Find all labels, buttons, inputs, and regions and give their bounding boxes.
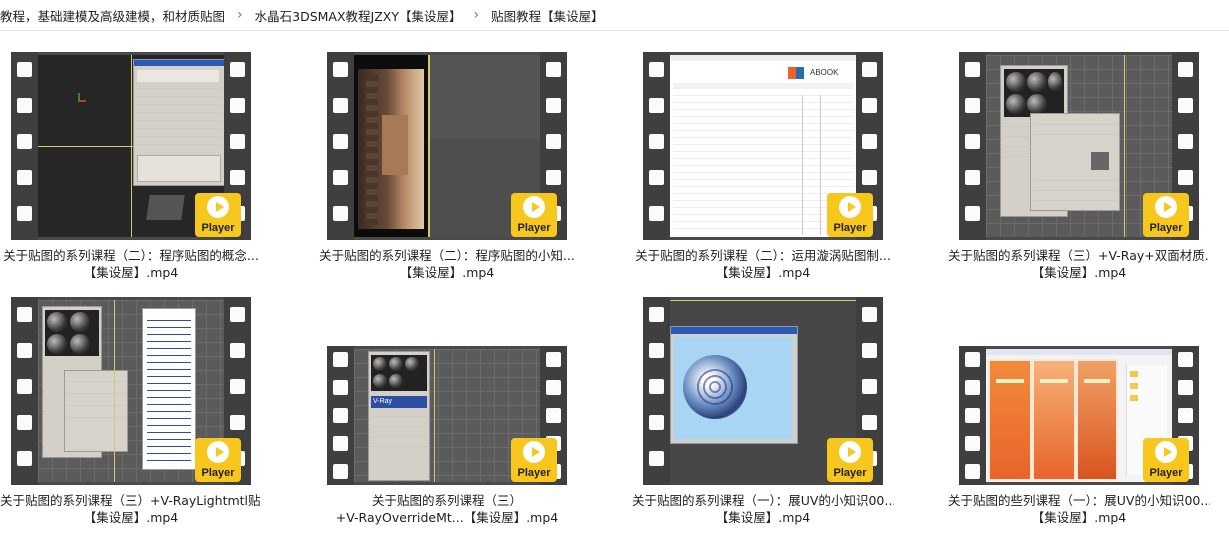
chevron-right-icon: › <box>237 7 243 23</box>
film-strip <box>959 52 986 240</box>
file-name: 关于贴图的系列课程（一）：展UV的小知识00... 【集设屋】.mp4 <box>632 493 894 525</box>
chevron-right-icon: › <box>473 7 480 23</box>
breadcrumb-item-tutorials[interactable]: 教程，基础建模及高级建模，和材质贴图 <box>0 6 231 25</box>
breadcrumb-item-mapping[interactable]: 贴图教程【集设屋】 <box>485 6 610 25</box>
player-badge[interactable]: Player <box>827 193 873 237</box>
file-item[interactable]: ABOOK Player 关于贴图的系列课程（二）：运用漩涡贴图制... 【集设… <box>632 45 891 285</box>
video-thumbnail: Player <box>959 52 1199 240</box>
file-name: 关于贴图的系列课程（三）+V-RayLightmtl贴... 【集设屋】.mp4 <box>0 493 262 525</box>
video-thumbnail: Player <box>643 297 883 485</box>
film-strip <box>11 297 38 485</box>
file-name: 关于贴图的些列课程（一）：展UV的小知识00... 【集设屋】.mp4 <box>948 493 1210 525</box>
player-badge[interactable]: Player <box>195 193 241 237</box>
file-name: 关于贴图的系列课程（三）+V-Ray+双面材质... 【集设屋】.mp4 <box>948 248 1210 280</box>
player-badge[interactable]: Player <box>195 438 241 482</box>
player-badge[interactable]: Player <box>827 438 873 482</box>
player-badge[interactable]: Player <box>1143 193 1189 237</box>
file-item[interactable]: V-Ray Player 关于贴图的系列课程（三） +V-RayOverride… <box>316 290 567 530</box>
file-name: 关于贴图的系列课程（二）：运用漩涡贴图制... 【集设屋】.mp4 <box>635 248 891 280</box>
file-item[interactable]: Player 关于贴图的系列课程（二）：程序贴图的小知... 【集设屋】.mp4 <box>316 45 575 285</box>
player-badge[interactable]: Player <box>1143 438 1189 482</box>
film-strip <box>327 346 354 485</box>
breadcrumb-item-3dsmax[interactable]: 水晶石3DSMAX教程JZXY【集设屋】 <box>249 6 468 25</box>
video-thumbnail: Player <box>327 52 567 240</box>
film-strip <box>11 52 38 240</box>
player-badge[interactable]: Player <box>511 438 557 482</box>
film-strip <box>327 52 354 240</box>
web-logo: ABOOK <box>810 68 839 77</box>
file-name: 关于贴图的系列课程（二）：程序贴图的小知... 【集设屋】.mp4 <box>319 248 575 280</box>
video-thumbnail: Player <box>11 52 251 240</box>
file-item[interactable]: Player 关于贴图的系列课程（三）+V-Ray+双面材质... 【集设屋】.… <box>948 45 1210 285</box>
breadcrumb: 教程，基础建模及高级建模，和材质贴图 › 水晶石3DSMAX教程JZXY【集设屋… <box>0 0 1229 31</box>
video-thumbnail: V-Ray Player <box>327 346 567 485</box>
file-item[interactable]: Player 关于贴图的系列课程（三）+V-RayLightmtl贴... 【集… <box>0 290 262 530</box>
vray-logo: V-Ray <box>373 398 393 405</box>
video-thumbnail: Player <box>11 297 251 485</box>
file-name: 关于贴图的系列课程（三） +V-RayOverrideMt...【集设屋】.mp… <box>335 493 559 525</box>
file-name: 关于贴图的系列课程（二）：程序贴图的概念... 【集设屋】.mp4 <box>3 248 259 280</box>
player-badge[interactable]: Player <box>511 193 557 237</box>
film-strip <box>643 297 670 485</box>
film-strip <box>643 52 670 240</box>
video-thumbnail: Player <box>959 346 1199 485</box>
film-strip <box>959 346 986 485</box>
file-item[interactable]: Player 关于贴图的些列课程（一）：展UV的小知识00... 【集设屋】.m… <box>948 290 1210 530</box>
file-item[interactable]: Player 关于贴图的系列课程（一）：展UV的小知识00... 【集设屋】.m… <box>632 290 894 530</box>
file-item[interactable]: Player 关于贴图的系列课程（二）：程序贴图的概念... 【集设屋】.mp4 <box>0 45 259 285</box>
video-thumbnail: ABOOK Player <box>643 52 883 240</box>
